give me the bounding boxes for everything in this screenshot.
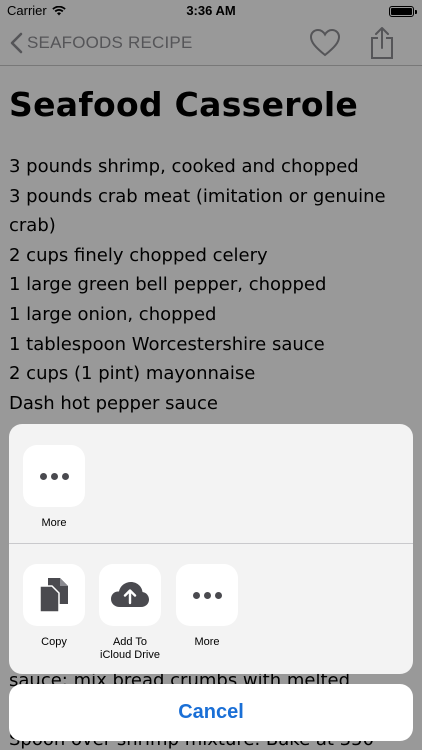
- more-icon: [23, 445, 85, 507]
- activity-label-line: iCloud Drive: [100, 649, 160, 661]
- add-to-icloud-drive-button[interactable]: Add To iCloud Drive: [90, 564, 170, 662]
- share-sheet: More Copy Add To iCloud Drive More: [9, 424, 413, 674]
- activity-label: Copy: [41, 636, 67, 648]
- icloud-upload-icon: [99, 564, 161, 626]
- share-more-apps-button[interactable]: More: [14, 445, 94, 530]
- share-sheet-row-actions: Copy Add To iCloud Drive More: [9, 543, 413, 674]
- activity-label: More: [194, 636, 220, 648]
- activity-label-line: Add To: [112, 636, 148, 648]
- more-icon: [176, 564, 238, 626]
- activity-label: Add To iCloud Drive: [90, 636, 170, 662]
- copy-icon: [23, 564, 85, 626]
- cancel-button[interactable]: Cancel: [9, 684, 413, 741]
- activity-label: More: [41, 517, 67, 529]
- copy-button[interactable]: Copy: [14, 564, 94, 649]
- share-more-actions-button[interactable]: More: [167, 564, 247, 649]
- share-sheet-row-apps: More: [9, 424, 413, 543]
